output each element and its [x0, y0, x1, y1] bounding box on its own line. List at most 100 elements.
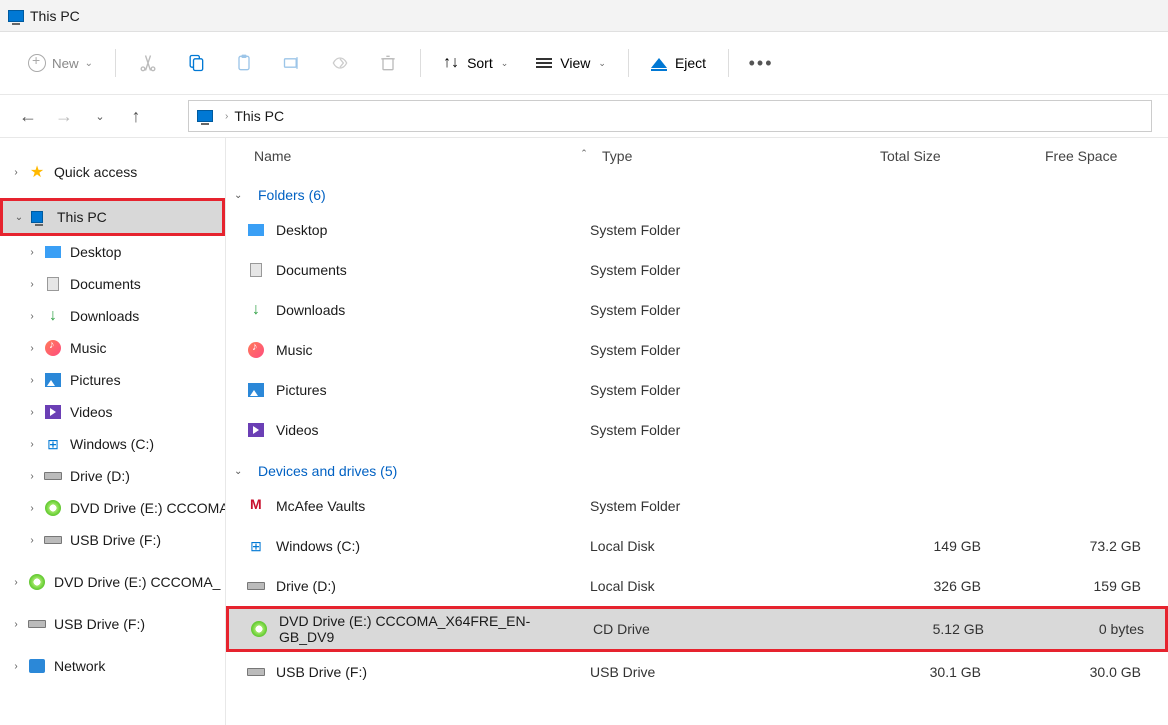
sidebar-item-quick-access[interactable]: › ★ Quick access: [0, 156, 225, 188]
navigation-bar: ← → ⌄ ↑ › This PC: [0, 94, 1168, 138]
sidebar-item[interactable]: ›Pictures: [0, 364, 225, 396]
sidebar-item[interactable]: ›USB Drive (F:): [0, 524, 225, 556]
expand-icon[interactable]: ›: [24, 343, 40, 354]
content-pane[interactable]: Name ⌃ Type Total Size Free Space ⌄ Fold…: [226, 138, 1168, 725]
title-bar: This PC: [0, 0, 1168, 32]
rename-button[interactable]: [270, 43, 314, 83]
cell-type: System Folder: [578, 302, 856, 318]
sidebar-item-label: USB Drive (F:): [54, 616, 145, 632]
column-header-type[interactable]: Type: [590, 148, 868, 164]
expand-icon[interactable]: ›: [24, 247, 40, 258]
share-button[interactable]: [318, 43, 362, 83]
sidebar-item-this-pc[interactable]: ⌄ This PC: [3, 201, 222, 233]
rename-icon: [282, 53, 302, 73]
list-row[interactable]: McAfee VaultsSystem Folder: [226, 486, 1168, 526]
recent-button[interactable]: ⌄: [88, 110, 112, 123]
view-button[interactable]: View ⌄: [524, 43, 618, 83]
collapse-icon[interactable]: ⌄: [234, 190, 250, 201]
expand-icon[interactable]: ›: [24, 535, 40, 546]
sidebar-item[interactable]: ›↓Downloads: [0, 300, 225, 332]
collapse-icon[interactable]: ⌄: [11, 212, 27, 223]
expand-icon[interactable]: ›: [8, 577, 24, 588]
divider: [115, 49, 116, 77]
group-header-devices[interactable]: ⌄ Devices and drives (5): [226, 456, 1168, 486]
list-row[interactable]: Drive (D:)Local Disk326 GB159 GB: [226, 566, 1168, 606]
expand-icon[interactable]: ›: [24, 471, 40, 482]
sidebar-item[interactable]: › Music: [0, 332, 225, 364]
expand-icon[interactable]: ›: [8, 167, 24, 178]
item-name: Videos: [276, 422, 319, 438]
sidebar-item[interactable]: › Documents: [0, 268, 225, 300]
collapse-icon[interactable]: ⌄: [234, 466, 250, 477]
item-icon: ⊞: [44, 436, 62, 452]
divider: [628, 49, 629, 77]
sidebar-item-label: Music: [70, 340, 107, 356]
expand-icon[interactable]: ›: [24, 407, 40, 418]
delete-button[interactable]: [366, 43, 410, 83]
folder-icon: [45, 246, 61, 258]
cell-free: 73.2 GB: [1021, 538, 1141, 554]
expand-icon[interactable]: ›: [24, 375, 40, 386]
expand-icon[interactable]: ›: [8, 619, 24, 630]
sidebar-item-label: DVD Drive (E:) CCCOMA_: [70, 500, 225, 516]
sidebar-item[interactable]: ›Drive (D:): [0, 460, 225, 492]
spacer: [0, 556, 225, 566]
sidebar-item-usb-drive[interactable]: › USB Drive (F:): [0, 608, 225, 640]
back-button[interactable]: ←: [16, 106, 40, 127]
sidebar-item-network[interactable]: › Network: [0, 650, 225, 682]
sidebar-item[interactable]: ›⊞Windows (C:): [0, 428, 225, 460]
forward-button[interactable]: →: [52, 106, 76, 127]
sidebar-item[interactable]: ›Desktop: [0, 236, 225, 268]
item-icon: [44, 532, 62, 548]
cell-type: Local Disk: [578, 538, 856, 554]
column-header-free-space[interactable]: Free Space: [1033, 148, 1153, 164]
expand-icon[interactable]: ›: [24, 311, 40, 322]
sort-button[interactable]: ↑↓ Sort ⌄: [431, 43, 520, 83]
item-icon: [44, 372, 62, 388]
item-name: McAfee Vaults: [276, 498, 365, 514]
more-button[interactable]: •••: [739, 43, 783, 83]
new-button[interactable]: New ⌄: [16, 43, 105, 83]
sidebar-item-label: Documents: [70, 276, 141, 292]
list-row[interactable]: MusicSystem Folder: [226, 330, 1168, 370]
up-button[interactable]: ↑: [124, 106, 148, 127]
copy-button[interactable]: [174, 43, 218, 83]
expand-icon[interactable]: ›: [24, 439, 40, 450]
list-row[interactable]: USB Drive (F:)USB Drive30.1 GB30.0 GB: [226, 652, 1168, 692]
sidebar-item-dvd-drive[interactable]: › DVD Drive (E:) CCCOMA_: [0, 566, 225, 598]
this-pc-icon: [197, 110, 213, 122]
column-header-total-size[interactable]: Total Size: [868, 148, 1033, 164]
sidebar[interactable]: › ★ Quick access ⌄ This PC ›Desktop›Docu…: [0, 138, 226, 725]
breadcrumb-item[interactable]: This PC: [234, 108, 284, 124]
drive-icon: [44, 472, 62, 480]
list-row[interactable]: PicturesSystem Folder: [226, 370, 1168, 410]
sidebar-item[interactable]: › DVD Drive (E:) CCCOMA_: [0, 492, 225, 524]
list-row[interactable]: VideosSystem Folder: [226, 410, 1168, 450]
sidebar-item[interactable]: ›Videos: [0, 396, 225, 428]
cell-name: McAfee Vaults: [226, 496, 578, 516]
expand-icon[interactable]: ›: [24, 503, 40, 514]
item-icon: [44, 244, 62, 260]
item-name: DVD Drive (E:) CCCOMA_X64FRE_EN-GB_DV9: [279, 613, 581, 645]
group-header-folders[interactable]: ⌄ Folders (6): [226, 180, 1168, 210]
chevron-down-icon: ⌄: [598, 58, 606, 69]
list-row[interactable]: ⊞Windows (C:)Local Disk149 GB73.2 GB: [226, 526, 1168, 566]
eject-icon: [651, 58, 667, 68]
address-bar[interactable]: › This PC: [188, 100, 1152, 132]
expand-icon[interactable]: ›: [24, 279, 40, 290]
list-row[interactable]: ↓DownloadsSystem Folder: [226, 290, 1168, 330]
mcafee-icon: [248, 497, 264, 515]
item-name: Desktop: [276, 222, 327, 238]
cell-name: Documents: [226, 260, 578, 280]
list-row[interactable]: DesktopSystem Folder: [226, 210, 1168, 250]
list-row[interactable]: DocumentsSystem Folder: [226, 250, 1168, 290]
eject-button[interactable]: Eject: [639, 43, 718, 83]
expand-icon[interactable]: ›: [8, 661, 24, 672]
cut-button[interactable]: [126, 43, 170, 83]
nav-arrows: ← → ⌄ ↑: [16, 106, 148, 127]
list-row[interactable]: DVD Drive (E:) CCCOMA_X64FRE_EN-GB_DV9CD…: [229, 609, 1165, 649]
paste-button[interactable]: [222, 43, 266, 83]
item-icon: [44, 276, 62, 292]
column-header-name[interactable]: Name: [226, 148, 578, 164]
chevron-down-icon: ⌄: [501, 58, 509, 69]
